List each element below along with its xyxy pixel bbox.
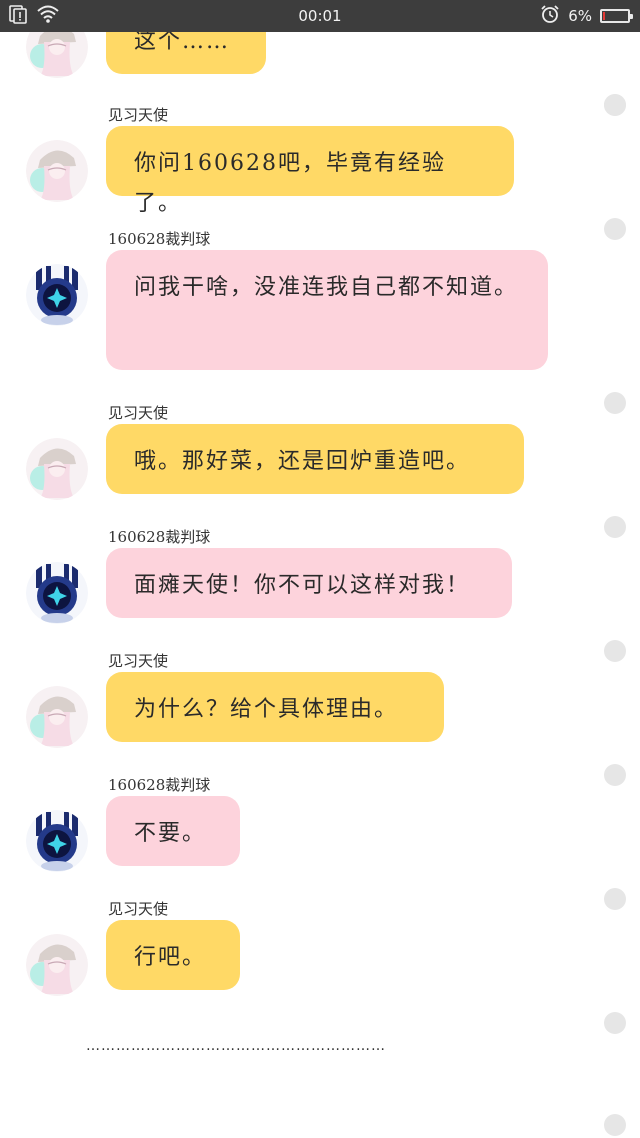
battery-level xyxy=(603,12,605,20)
select-radio[interactable] xyxy=(604,764,626,786)
sender-name: 见习天使 xyxy=(108,404,169,422)
message-bubble[interactable]: 哦。那好菜，还是回炉重造吧。 xyxy=(106,424,524,494)
select-radio[interactable] xyxy=(604,218,626,240)
message-text: 行吧。 xyxy=(134,945,207,970)
message-text: 不要。 xyxy=(134,821,207,846)
message-text: 你问160628吧，毕竟有经验了。 xyxy=(134,151,446,216)
robot-avatar[interactable] xyxy=(26,810,88,872)
message-bubble[interactable]: 问我干啥，没准连我自己都不知道。 xyxy=(106,250,548,370)
message-text: 哦。那好菜，还是回炉重造吧。 xyxy=(134,449,471,474)
select-radio[interactable] xyxy=(604,516,626,538)
message-bubble[interactable]: 不要。 xyxy=(106,796,240,866)
select-radio[interactable] xyxy=(604,888,626,910)
message-text: 问我干啥，没准连我自己都不知道。 xyxy=(134,275,519,300)
message-bubble[interactable]: 为什么？给个具体理由。 xyxy=(106,672,444,742)
select-radio[interactable] xyxy=(604,640,626,662)
sender-name: 160628裁判球 xyxy=(108,528,211,546)
angel-avatar[interactable] xyxy=(26,934,88,996)
select-radio[interactable] xyxy=(604,1012,626,1034)
battery-percent: 6% xyxy=(568,7,592,25)
robot-avatar[interactable] xyxy=(26,264,88,326)
status-right-icons: 6% xyxy=(540,4,633,28)
ending-ellipsis: …………………………………………………… xyxy=(86,1038,386,1054)
angel-avatar[interactable] xyxy=(26,686,88,748)
angel-avatar[interactable] xyxy=(26,438,88,500)
message-bubble[interactable]: 你问160628吧，毕竟有经验了。 xyxy=(106,126,514,216)
message-text: 为什么？给个具体理由。 xyxy=(134,697,399,722)
angel-avatar[interactable] xyxy=(26,32,88,78)
robot-avatar[interactable] xyxy=(26,562,88,624)
select-radio[interactable] xyxy=(604,392,626,414)
angel-avatar[interactable] xyxy=(26,140,88,202)
sender-name: 见习天使 xyxy=(108,652,169,670)
status-bar: 00:01 6% xyxy=(0,0,640,32)
select-radio[interactable] xyxy=(604,94,626,116)
select-radio[interactable] xyxy=(604,1114,626,1136)
sender-name: 160628裁判球 xyxy=(108,230,211,248)
message-text: 面瘫天使！你不可以这样对我！ xyxy=(134,573,471,598)
message-bubble[interactable]: 行吧。 xyxy=(106,920,240,990)
sender-name: 见习天使 xyxy=(108,900,169,918)
sender-name: 160628裁判球 xyxy=(108,776,211,794)
chat-area[interactable]: 这个…… 见习天使 你问160628吧，毕竟有经验了。 160628裁判球 问我… xyxy=(0,32,640,1138)
message-bubble[interactable]: 面瘫天使！你不可以这样对我！ xyxy=(106,548,512,618)
message-bubble[interactable]: 这个…… xyxy=(106,32,266,74)
battery-icon xyxy=(600,9,633,23)
sender-name: 见习天使 xyxy=(108,106,169,124)
message-text: 这个…… xyxy=(134,32,231,54)
alarm-icon xyxy=(540,4,560,28)
